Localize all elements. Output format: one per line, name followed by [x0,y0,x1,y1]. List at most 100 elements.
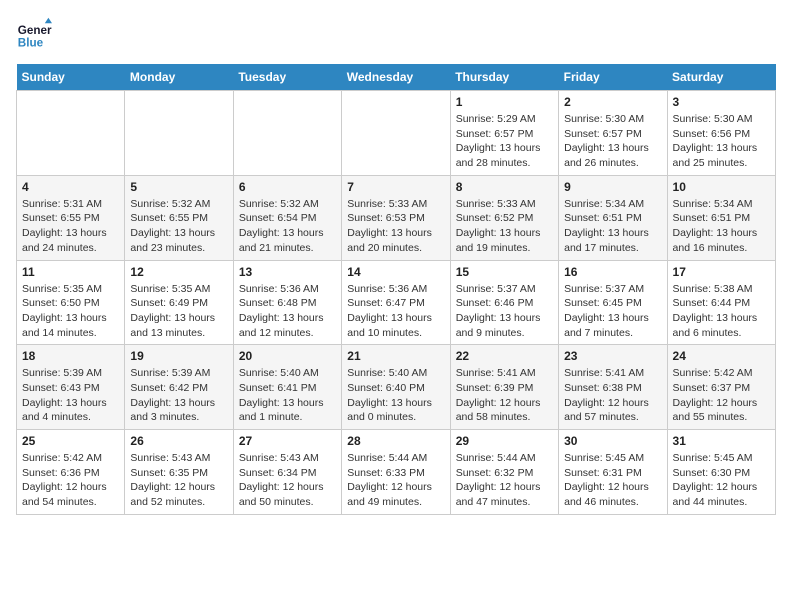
day-number: 23 [564,349,661,363]
svg-text:General: General [18,24,52,37]
calendar-cell: 3 Sunrise: 5:30 AM Sunset: 6:56 PM Daylig… [667,91,775,176]
day-detail: Sunrise: 5:42 AM Sunset: 6:36 PM Dayligh… [22,451,119,510]
calendar-cell: 8 Sunrise: 5:33 AM Sunset: 6:52 PM Daylig… [450,175,558,260]
svg-text:Blue: Blue [18,37,44,50]
day-detail: Sunrise: 5:37 AM Sunset: 6:46 PM Dayligh… [456,282,553,341]
day-detail: Sunrise: 5:29 AM Sunset: 6:57 PM Dayligh… [456,112,553,171]
calendar-cell: 16 Sunrise: 5:37 AM Sunset: 6:45 PM Dayli… [559,260,667,345]
day-number: 2 [564,95,661,109]
calendar-cell [17,91,125,176]
day-detail: Sunrise: 5:44 AM Sunset: 6:33 PM Dayligh… [347,451,444,510]
calendar-cell: 5 Sunrise: 5:32 AM Sunset: 6:55 PM Daylig… [125,175,233,260]
calendar-cell: 24 Sunrise: 5:42 AM Sunset: 6:37 PM Dayli… [667,345,775,430]
day-number: 6 [239,180,336,194]
day-number: 9 [564,180,661,194]
calendar-cell: 21 Sunrise: 5:40 AM Sunset: 6:40 PM Dayli… [342,345,450,430]
day-detail: Sunrise: 5:36 AM Sunset: 6:48 PM Dayligh… [239,282,336,341]
calendar-cell: 13 Sunrise: 5:36 AM Sunset: 6:48 PM Dayli… [233,260,341,345]
day-detail: Sunrise: 5:33 AM Sunset: 6:52 PM Dayligh… [456,197,553,256]
day-number: 25 [22,434,119,448]
day-number: 3 [673,95,770,109]
day-detail: Sunrise: 5:32 AM Sunset: 6:54 PM Dayligh… [239,197,336,256]
day-detail: Sunrise: 5:43 AM Sunset: 6:35 PM Dayligh… [130,451,227,510]
weekday-header-sunday: Sunday [17,64,125,91]
day-detail: Sunrise: 5:39 AM Sunset: 6:43 PM Dayligh… [22,366,119,425]
day-number: 15 [456,265,553,279]
calendar-cell: 11Sunrise: 5:35 AM Sunset: 6:50 PM Dayli… [17,260,125,345]
day-number: 22 [456,349,553,363]
day-number: 21 [347,349,444,363]
calendar-cell: 19 Sunrise: 5:39 AM Sunset: 6:42 PM Dayli… [125,345,233,430]
day-number: 29 [456,434,553,448]
calendar-cell: 25 Sunrise: 5:42 AM Sunset: 6:36 PM Dayli… [17,430,125,515]
weekday-header-tuesday: Tuesday [233,64,341,91]
calendar-cell: 15 Sunrise: 5:37 AM Sunset: 6:46 PM Dayli… [450,260,558,345]
day-detail: Sunrise: 5:35 AM Sunset: 6:49 PM Dayligh… [130,282,227,341]
day-detail: Sunrise: 5:36 AM Sunset: 6:47 PM Dayligh… [347,282,444,341]
calendar-cell: 27 Sunrise: 5:43 AM Sunset: 6:34 PM Dayli… [233,430,341,515]
day-number: 24 [673,349,770,363]
day-detail: Sunrise: 5:32 AM Sunset: 6:55 PM Dayligh… [130,197,227,256]
day-detail: Sunrise: 5:37 AM Sunset: 6:45 PM Dayligh… [564,282,661,341]
calendar-cell [233,91,341,176]
day-detail: Sunrise: 5:31 AM Sunset: 6:55 PM Dayligh… [22,197,119,256]
calendar-cell: 26 Sunrise: 5:43 AM Sunset: 6:35 PM Dayli… [125,430,233,515]
weekday-header-monday: Monday [125,64,233,91]
day-detail: Sunrise: 5:33 AM Sunset: 6:53 PM Dayligh… [347,197,444,256]
calendar-cell: 22 Sunrise: 5:41 AM Sunset: 6:39 PM Dayli… [450,345,558,430]
day-number: 30 [564,434,661,448]
calendar-cell: 14Sunrise: 5:36 AM Sunset: 6:47 PM Dayli… [342,260,450,345]
day-detail: Sunrise: 5:39 AM Sunset: 6:42 PM Dayligh… [130,366,227,425]
calendar-cell: 9 Sunrise: 5:34 AM Sunset: 6:51 PM Daylig… [559,175,667,260]
day-detail: Sunrise: 5:42 AM Sunset: 6:37 PM Dayligh… [673,366,770,425]
calendar-cell [342,91,450,176]
calendar-cell: 1 Sunrise: 5:29 AM Sunset: 6:57 PM Daylig… [450,91,558,176]
calendar-cell: 10 Sunrise: 5:34 AM Sunset: 6:51 PM Dayli… [667,175,775,260]
day-detail: Sunrise: 5:45 AM Sunset: 6:30 PM Dayligh… [673,451,770,510]
day-number: 1 [456,95,553,109]
day-number: 27 [239,434,336,448]
calendar-cell [125,91,233,176]
day-number: 31 [673,434,770,448]
day-number: 20 [239,349,336,363]
calendar-cell: 17 Sunrise: 5:38 AM Sunset: 6:44 PM Dayli… [667,260,775,345]
day-detail: Sunrise: 5:40 AM Sunset: 6:40 PM Dayligh… [347,366,444,425]
day-number: 10 [673,180,770,194]
day-detail: Sunrise: 5:41 AM Sunset: 6:38 PM Dayligh… [564,366,661,425]
calendar-cell: 31 Sunrise: 5:45 AM Sunset: 6:30 PM Dayli… [667,430,775,515]
day-detail: Sunrise: 5:30 AM Sunset: 6:56 PM Dayligh… [673,112,770,171]
weekday-header-thursday: Thursday [450,64,558,91]
day-detail: Sunrise: 5:34 AM Sunset: 6:51 PM Dayligh… [673,197,770,256]
calendar-cell: 7Sunrise: 5:33 AM Sunset: 6:53 PM Daylig… [342,175,450,260]
day-number: 26 [130,434,227,448]
calendar-cell: 30 Sunrise: 5:45 AM Sunset: 6:31 PM Dayli… [559,430,667,515]
calendar-cell: 12Sunrise: 5:35 AM Sunset: 6:49 PM Dayli… [125,260,233,345]
day-detail: Sunrise: 5:38 AM Sunset: 6:44 PM Dayligh… [673,282,770,341]
day-detail: Sunrise: 5:35 AM Sunset: 6:50 PM Dayligh… [22,282,119,341]
day-number: 16 [564,265,661,279]
calendar-cell: 18Sunrise: 5:39 AM Sunset: 6:43 PM Dayli… [17,345,125,430]
day-detail: Sunrise: 5:34 AM Sunset: 6:51 PM Dayligh… [564,197,661,256]
weekday-header-wednesday: Wednesday [342,64,450,91]
calendar-cell: 4Sunrise: 5:31 AM Sunset: 6:55 PM Daylig… [17,175,125,260]
day-number: 17 [673,265,770,279]
weekday-header-saturday: Saturday [667,64,775,91]
day-detail: Sunrise: 5:43 AM Sunset: 6:34 PM Dayligh… [239,451,336,510]
calendar-cell: 6 Sunrise: 5:32 AM Sunset: 6:54 PM Daylig… [233,175,341,260]
day-detail: Sunrise: 5:45 AM Sunset: 6:31 PM Dayligh… [564,451,661,510]
page-header: General Blue [16,16,776,52]
calendar-cell: 20 Sunrise: 5:40 AM Sunset: 6:41 PM Dayli… [233,345,341,430]
day-number: 19 [130,349,227,363]
calendar-cell: 2Sunrise: 5:30 AM Sunset: 6:57 PM Daylig… [559,91,667,176]
day-number: 5 [130,180,227,194]
calendar-cell: 28Sunrise: 5:44 AM Sunset: 6:33 PM Dayli… [342,430,450,515]
day-number: 13 [239,265,336,279]
weekday-header-friday: Friday [559,64,667,91]
calendar-cell: 23 Sunrise: 5:41 AM Sunset: 6:38 PM Dayli… [559,345,667,430]
logo: General Blue [16,16,56,52]
day-detail: Sunrise: 5:41 AM Sunset: 6:39 PM Dayligh… [456,366,553,425]
calendar-table: SundayMondayTuesdayWednesdayThursdayFrid… [16,64,776,515]
day-number: 8 [456,180,553,194]
day-detail: Sunrise: 5:44 AM Sunset: 6:32 PM Dayligh… [456,451,553,510]
day-detail: Sunrise: 5:40 AM Sunset: 6:41 PM Dayligh… [239,366,336,425]
